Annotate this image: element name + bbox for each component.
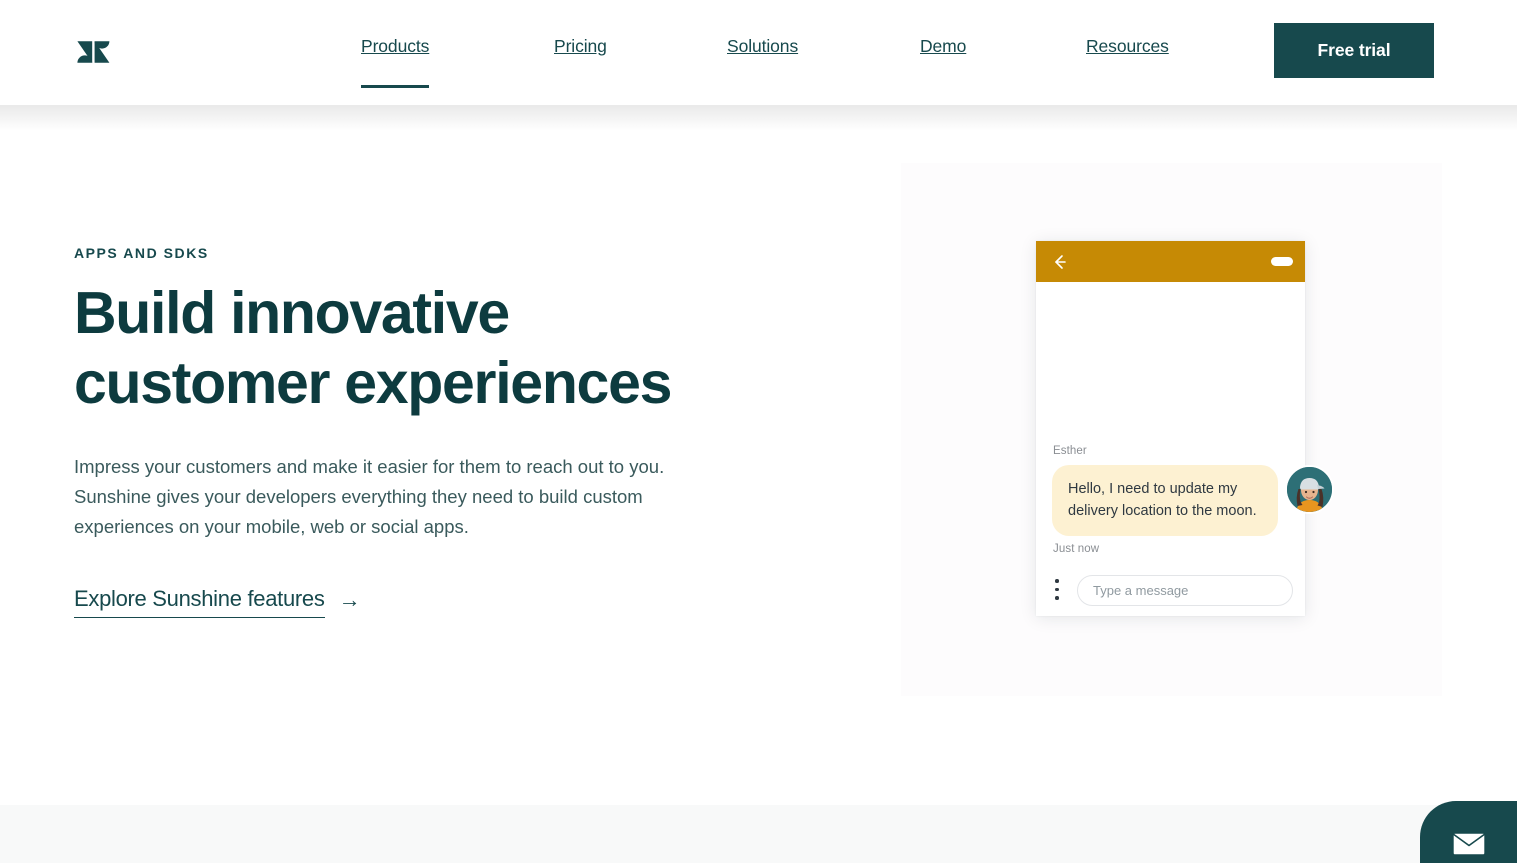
more-vertical-icon[interactable] <box>1055 579 1060 602</box>
chat-widget-composer <box>1036 567 1305 616</box>
nav-item-demo[interactable]: Demo <box>920 36 966 61</box>
chat-widget-header <box>1036 241 1305 282</box>
nav-item-pricing[interactable]: Pricing <box>554 36 607 61</box>
nav-item-solutions[interactable]: Solutions <box>727 36 798 61</box>
avatar <box>1285 465 1334 514</box>
explore-sunshine-features-link[interactable]: Explore Sunshine features → <box>74 586 361 618</box>
hero-copy: APPS AND SDKS Build innovative customer … <box>74 245 754 618</box>
hero-eyebrow: APPS AND SDKS <box>74 245 209 261</box>
site-header: Products Pricing Solutions Demo Resource… <box>0 0 1517 105</box>
message-sender: Esther <box>1053 445 1087 457</box>
message-timestamp: Just now <box>1053 543 1100 555</box>
zendesk-logo[interactable] <box>77 35 110 69</box>
hero-description: Impress your customers and make it easie… <box>74 456 665 537</box>
chat-widget-mockup: Esther Hello, I need to update my delive… <box>1036 241 1305 616</box>
free-trial-button[interactable]: Free trial <box>1274 23 1434 78</box>
zendesk-logo-icon <box>77 41 110 63</box>
next-section <box>0 805 1517 863</box>
nav-item-products[interactable]: Products <box>361 36 430 88</box>
message-bubble: Hello, I need to update my delivery loca… <box>1052 465 1278 536</box>
nav-item-resources[interactable]: Resources <box>1086 36 1169 61</box>
minimize-icon[interactable] <box>1271 257 1293 266</box>
hero-cta-label: Explore Sunshine features <box>74 586 325 618</box>
arrow-left-icon[interactable] <box>1048 251 1070 273</box>
page-title: Build innovative customer experiences <box>74 280 672 416</box>
chat-launcher-button[interactable] <box>1420 801 1517 863</box>
chat-widget-body: Esther Hello, I need to update my delive… <box>1036 282 1305 572</box>
message-input[interactable] <box>1077 575 1293 606</box>
arrow-right-icon: → <box>338 587 361 612</box>
message-envelope-icon <box>1451 832 1486 856</box>
